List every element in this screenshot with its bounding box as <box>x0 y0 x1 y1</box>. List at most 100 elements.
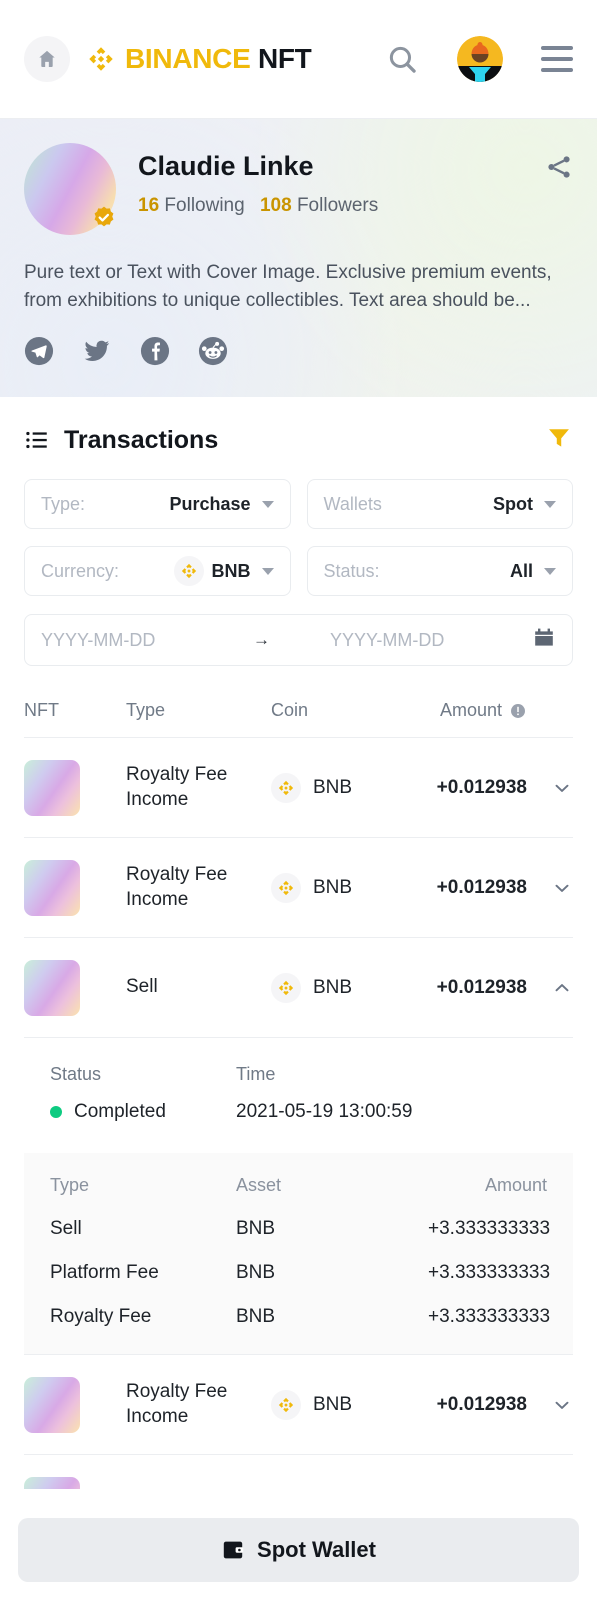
filter-type-label: Type: <box>41 493 86 514</box>
nft-thumbnail-cell[interactable] <box>24 759 126 816</box>
bnb-coin-icon <box>271 772 301 803</box>
hamburger-line <box>541 57 573 61</box>
transaction-coin-cell: BNB <box>271 1389 411 1420</box>
nft-thumbnail <box>24 1477 80 1490</box>
expand-row-button[interactable] <box>527 1394 573 1416</box>
chevron-down-icon[interactable] <box>544 567 556 575</box>
transaction-type: Royalty Fee Income <box>126 1380 228 1427</box>
filter-wallets-label: Wallets <box>323 493 382 514</box>
brand-logo[interactable]: BINANCE NFT <box>86 43 312 74</box>
table-row[interactable]: Royalty Fee Income BNB +0.012938 <box>24 838 573 939</box>
nft-thumbnail-cell[interactable] <box>24 959 126 1016</box>
filter-wallets[interactable]: Wallets Spot <box>306 479 573 530</box>
filter-button[interactable] <box>545 424 573 457</box>
detail-row-amount: +3.333333333 <box>428 1306 551 1328</box>
facebook-icon <box>140 337 170 366</box>
transaction-type: Sell <box>126 976 158 998</box>
filter-status-value: All <box>509 560 533 581</box>
verified-badge-icon <box>94 206 114 227</box>
search-icon <box>389 46 416 73</box>
bnb-coin-icon <box>271 1389 301 1420</box>
filter-currency[interactable]: Currency: BNB <box>24 546 291 597</box>
spot-wallet-button[interactable]: Spot Wallet <box>18 1518 579 1582</box>
twitter-icon <box>84 340 110 362</box>
bnb-coin-icon <box>271 972 301 1003</box>
social-link-reddit[interactable] <box>198 336 228 371</box>
detail-row-amount: +3.333333333 <box>428 1218 551 1240</box>
table-row[interactable]: Royalty Fee Income BNB +0.012938 <box>24 738 573 839</box>
filter-currency-value: BNB <box>173 556 251 587</box>
nft-thumbnail <box>24 1376 80 1433</box>
date-range-picker[interactable]: YYYY-MM-DD → YYYY-MM-DD <box>24 614 573 667</box>
nft-thumbnail <box>24 859 80 916</box>
telegram-icon <box>24 337 54 366</box>
column-header-nft: NFT <box>24 700 59 721</box>
detail-time-value: 2021-05-19 13:00:59 <box>236 1101 413 1123</box>
coin-name: BNB <box>313 976 353 998</box>
bnb-logo-icon <box>278 1397 294 1412</box>
detail-time-block: Time 2021-05-19 13:00:59 <box>236 1064 412 1123</box>
hamburger-menu-button[interactable] <box>541 46 573 72</box>
profile-info: Claudie Linke 16 Following 108 Followers <box>138 143 545 217</box>
transaction-detail-panel: Status Completed Time 2021-05-19 13:00:5… <box>24 1038 573 1356</box>
info-icon[interactable] <box>509 702 527 720</box>
date-range-arrow-icon: → <box>253 630 270 650</box>
spot-wallet-label: Spot Wallet <box>257 1537 376 1562</box>
table-row-expanded[interactable]: Sell BNB +0.012938 <box>24 938 573 1039</box>
search-button[interactable] <box>386 43 419 76</box>
chevron-down-icon[interactable] <box>544 500 556 508</box>
profile-header-row: Claudie Linke 16 Following 108 Followers <box>24 143 573 235</box>
coin-name: BNB <box>313 1393 353 1415</box>
share-button[interactable] <box>545 143 573 186</box>
user-avatar-button[interactable] <box>457 36 503 82</box>
social-link-telegram[interactable] <box>24 336 54 371</box>
profile-avatar-wrapper[interactable] <box>24 143 116 235</box>
chevron-down-icon <box>555 784 569 792</box>
coin-name: BNB <box>313 776 353 798</box>
brand-nft-text: NFT <box>257 43 312 74</box>
detail-sub-row: Sell BNB +3.333333333 <box>50 1218 551 1262</box>
chevron-up-icon <box>555 983 569 991</box>
filter-type[interactable]: Type: Purchase <box>24 479 291 530</box>
followers-count[interactable]: 108 <box>260 195 292 216</box>
transaction-coin-cell: BNB <box>271 772 411 803</box>
detail-sub-row: Royalty Fee BNB +3.333333333 <box>50 1306 551 1328</box>
date-start-input[interactable]: YYYY-MM-DD <box>41 630 253 651</box>
profile-section: Claudie Linke 16 Following 108 Followers <box>0 118 597 397</box>
collapse-row-button[interactable] <box>527 977 573 999</box>
reddit-icon <box>198 337 228 366</box>
chevron-down-icon[interactable] <box>261 500 274 508</box>
transaction-amount: +0.012938 <box>436 776 527 798</box>
chevron-down-icon <box>555 1401 569 1409</box>
home-button[interactable] <box>24 36 70 82</box>
transaction-amount: +0.012938 <box>436 876 527 898</box>
following-count[interactable]: 16 <box>138 195 159 216</box>
social-links <box>24 336 573 371</box>
nft-thumbnail-cell[interactable] <box>24 1376 126 1433</box>
app-root: BINANCE NFT Claudie Linke 16 Following 1… <box>0 0 597 1600</box>
expand-row-button[interactable] <box>527 777 573 799</box>
detail-meta: Status Completed Time 2021-05-19 13:00:5… <box>24 1064 573 1123</box>
column-header-coin: Coin <box>271 700 309 721</box>
coin-name: BNB <box>313 876 353 898</box>
nft-thumbnail-cell[interactable] <box>24 859 126 916</box>
detail-status-label: Status <box>50 1064 102 1085</box>
social-link-twitter[interactable] <box>82 336 112 371</box>
filter-status[interactable]: Status: All <box>306 546 573 597</box>
expand-row-button[interactable] <box>527 877 573 899</box>
table-row[interactable]: Royalty Fee Income BNB +0.012938 <box>24 1355 573 1456</box>
social-link-facebook[interactable] <box>140 336 170 371</box>
detail-sub-table: Type Asset Amount Sell BNB +3.333333333 … <box>24 1153 573 1355</box>
filter-funnel-icon <box>549 428 569 447</box>
filter-currency-text: BNB <box>211 560 251 581</box>
transaction-coin: BNB <box>271 872 411 903</box>
table-row-partial[interactable] <box>24 1455 573 1490</box>
calendar-icon[interactable] <box>532 626 556 655</box>
chevron-down-icon[interactable] <box>261 567 274 575</box>
nft-thumbnail-cell[interactable] <box>24 1477 126 1490</box>
date-end-input[interactable]: YYYY-MM-DD <box>330 630 444 651</box>
transactions-table: NFT Type Coin Amount Royalty Fee Income <box>24 700 573 1490</box>
hamburger-line <box>541 46 573 50</box>
filter-controls: Type: Purchase Wallets Spot Currency: BN… <box>24 479 573 667</box>
avatar <box>457 36 503 82</box>
